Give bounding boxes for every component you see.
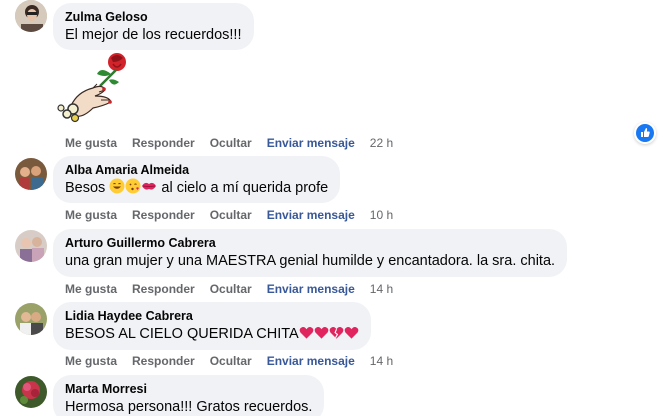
comment-author[interactable]: Marta Morresi xyxy=(65,381,312,397)
comment-actions: Me gusta Responder Ocultar Enviar mensaj… xyxy=(65,353,408,369)
grinning-face-emoji-icon xyxy=(109,178,125,200)
like-reaction-badge[interactable] xyxy=(634,122,656,144)
kiss-mark-emoji-icon xyxy=(141,178,157,200)
comment-actions: Me gusta Responder Ocultar Enviar mensaj… xyxy=(65,135,408,151)
timestamp[interactable]: 10 h xyxy=(370,208,393,222)
comment-bubble: Marta Morresi Hermosa persona!!! Gratos … xyxy=(53,375,325,416)
reply-button[interactable]: Responder xyxy=(132,354,195,368)
reply-button[interactable]: Responder xyxy=(132,208,195,222)
hand-holding-rose-sticker xyxy=(53,48,133,128)
send-message-button[interactable]: Enviar mensaje xyxy=(267,208,355,222)
comment-text-end: al cielo a mí querida profe xyxy=(161,180,329,196)
avatar[interactable] xyxy=(15,303,47,335)
comment-text-start: Besos xyxy=(65,180,110,196)
comment-actions: Me gusta Responder Ocultar Enviar mensaj… xyxy=(65,207,408,223)
reply-button[interactable]: Responder xyxy=(132,282,195,296)
timestamp[interactable]: 14 h xyxy=(370,282,393,296)
send-message-button[interactable]: Enviar mensaje xyxy=(267,354,355,368)
avatar[interactable] xyxy=(15,158,47,190)
comment-text: Besos al cielo a mí querida profe xyxy=(65,178,328,200)
send-message-button[interactable]: Enviar mensaje xyxy=(267,136,355,150)
avatar[interactable] xyxy=(15,0,47,32)
comment-bubble: Zulma Geloso El mejor de los recuerdos!!… xyxy=(53,3,254,50)
hide-button[interactable]: Ocultar xyxy=(210,282,252,296)
like-button[interactable]: Me gusta xyxy=(65,282,117,296)
comment-author[interactable]: Lidia Haydee Cabrera xyxy=(65,308,359,324)
broken-heart-emoji-icon xyxy=(329,326,344,346)
red-heart-emoji-icon xyxy=(314,326,329,346)
comment-bubble: Arturo Guillermo Cabrera una gran mujer … xyxy=(53,229,568,277)
comment-actions: Me gusta Responder Ocultar Enviar mensaj… xyxy=(65,281,408,297)
comment-author[interactable]: Alba Amaria Almeida xyxy=(65,162,328,178)
comment-text: BESOS AL CIELO QUERIDA CHITA xyxy=(65,324,359,346)
comment-bubble: Lidia Haydee Cabrera BESOS AL CIELO QUER… xyxy=(53,302,371,350)
avatar[interactable] xyxy=(15,230,47,262)
like-icon xyxy=(636,124,654,142)
comment-text: El mejor de los recuerdos!!! xyxy=(65,27,242,43)
comments-feed: Zulma Geloso El mejor de los recuerdos!!… xyxy=(0,0,669,416)
like-button[interactable]: Me gusta xyxy=(65,136,117,150)
timestamp[interactable]: 22 h xyxy=(370,136,393,150)
comment-author[interactable]: Arturo Guillermo Cabrera xyxy=(65,235,555,251)
like-button[interactable]: Me gusta xyxy=(65,354,117,368)
timestamp[interactable]: 14 h xyxy=(370,354,393,368)
comment-text: Hermosa persona!!! Gratos recuerdos. xyxy=(65,399,313,415)
reply-button[interactable]: Responder xyxy=(132,136,195,150)
like-button[interactable]: Me gusta xyxy=(65,208,117,222)
comment-text-main: BESOS AL CIELO QUERIDA CHITA xyxy=(65,326,299,342)
hide-button[interactable]: Ocultar xyxy=(210,208,252,222)
red-heart-emoji-icon xyxy=(299,326,314,346)
comment-bubble: Alba Amaria Almeida Besos al cielo a mí … xyxy=(53,156,341,203)
hide-button[interactable]: Ocultar xyxy=(210,354,252,368)
face-blowing-kiss-emoji-icon xyxy=(125,178,141,200)
red-heart-emoji-icon xyxy=(344,326,359,346)
comment-text: una gran mujer y una MAESTRA genial humi… xyxy=(65,253,556,269)
hide-button[interactable]: Ocultar xyxy=(210,136,252,150)
avatar[interactable] xyxy=(15,376,47,408)
send-message-button[interactable]: Enviar mensaje xyxy=(267,282,355,296)
comment-author[interactable]: Zulma Geloso xyxy=(65,9,242,25)
